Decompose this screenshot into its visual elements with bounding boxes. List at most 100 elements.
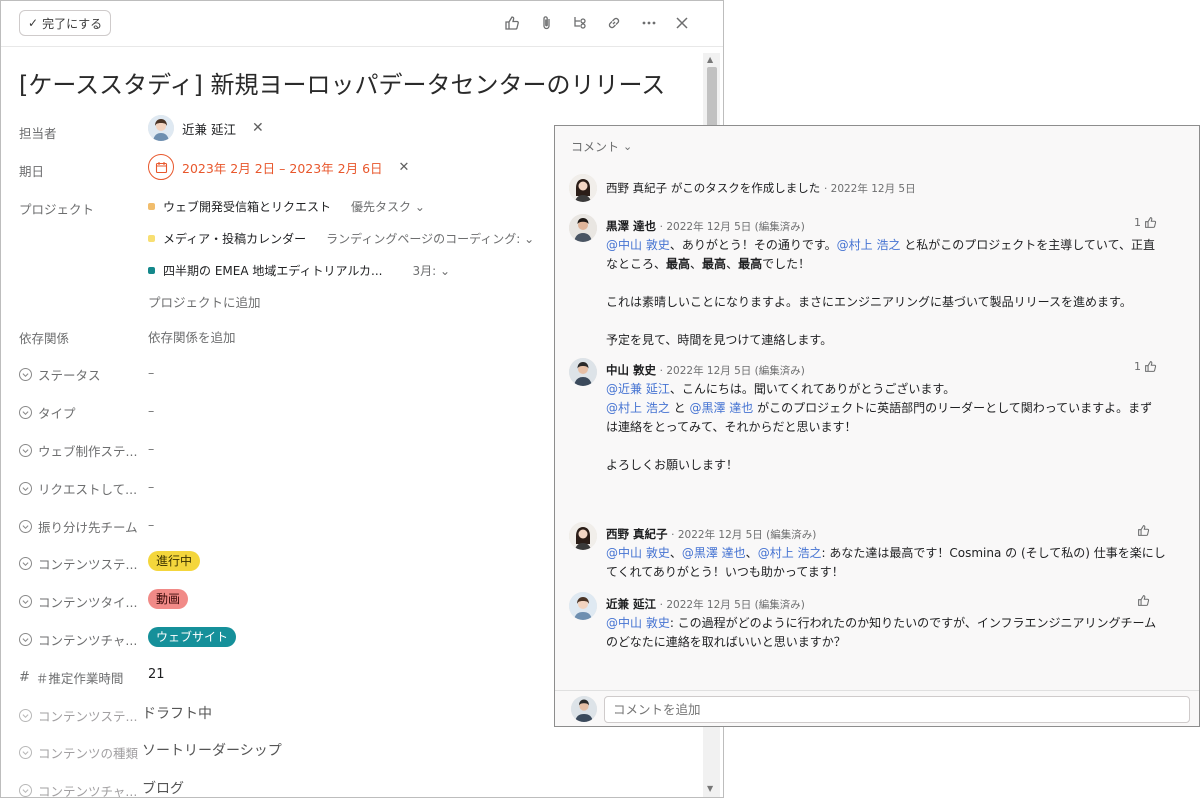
due-date-field[interactable]: 2023年 2月 2日 – 2023年 2月 6日 ✕ — [148, 154, 409, 180]
project-label: プロジェクト — [19, 202, 95, 217]
field-content-stage-value[interactable]: 進行中 — [148, 551, 201, 571]
project-section[interactable]: ランディングページのコーディング: ⌄ — [326, 230, 534, 247]
field-content-stage-muted-value[interactable]: ドラフト中 — [142, 703, 212, 723]
field-requester-value[interactable]: – — [148, 479, 154, 494]
like-button[interactable] — [1134, 524, 1150, 537]
avatar — [569, 174, 597, 202]
mention-link[interactable]: @黒澤 達也 — [682, 546, 746, 560]
chevron-circle-icon — [19, 633, 32, 646]
project-row-2[interactable]: メディア・投稿カレンダー ランディングページのコーディング: ⌄ — [148, 230, 534, 247]
mention-link[interactable]: @中山 敦史 — [606, 616, 670, 630]
author-name[interactable]: 近兼 延江 — [606, 597, 656, 611]
project-name: メディア・投稿カレンダー — [163, 232, 307, 246]
chevron-circle-icon — [19, 444, 32, 457]
field-type-label: タイプ — [19, 403, 76, 422]
comment-meta: · 2022年 12月 5日 (編集済み) — [671, 529, 817, 541]
paperclip-icon[interactable] — [536, 12, 558, 34]
chevron-circle-icon — [19, 482, 32, 495]
field-content-type-value[interactable]: 動画 — [148, 589, 189, 609]
author-name[interactable]: 西野 真紀子 — [606, 527, 668, 541]
due-date-label: 期日 — [19, 164, 45, 179]
comment-line — [606, 437, 1166, 456]
more-icon[interactable] — [638, 12, 660, 34]
comment-line: @中山 敦史: この過程がどのように行われたのか知りたいのですが、インフラエンジ… — [606, 614, 1166, 633]
add-to-project-link[interactable]: プロジェクトに追加 — [148, 292, 261, 311]
close-icon[interactable] — [671, 12, 693, 34]
add-dependency-link[interactable]: 依存関係を追加 — [148, 327, 236, 346]
project-section[interactable]: 3月: ⌄ — [412, 262, 450, 279]
like-button[interactable] — [1134, 594, 1150, 607]
field-content-channel-muted-label: コンテンツチャ... — [19, 781, 137, 797]
bold-text: 最高 — [666, 257, 691, 271]
comment-body: @中山 敦史、@黒澤 達也、@村上 浩之: あなた達は最高です！Cosmina … — [606, 544, 1166, 582]
mention-link[interactable]: @中山 敦史 — [606, 546, 670, 560]
current-user-avatar — [571, 696, 597, 722]
hash-icon: # — [19, 670, 30, 685]
field-requester-label: リクエストして... — [19, 479, 137, 498]
assignee-label: 担当者 — [19, 126, 57, 141]
field-content-kind-value[interactable]: ソートリーダーシップ — [142, 740, 282, 760]
field-type-value[interactable]: – — [148, 403, 154, 418]
comment-text: てくれてありがとう！いつも助かってます！ — [606, 565, 844, 579]
scroll-down-icon[interactable]: ▼ — [707, 784, 713, 793]
comment-input[interactable] — [604, 696, 1190, 723]
remove-assignee-icon[interactable]: ✕ — [252, 120, 264, 136]
like-button[interactable]: 1 — [1134, 360, 1157, 373]
author-name[interactable]: 黒澤 達也 — [606, 219, 656, 233]
field-estimate-value[interactable]: 21 — [148, 667, 165, 682]
clear-due-date-icon[interactable]: ✕ — [399, 160, 410, 175]
field-team-value[interactable]: – — [148, 517, 154, 532]
mention-link[interactable]: @村上 浩之 — [837, 238, 901, 252]
thumbs-up-icon — [1138, 595, 1150, 606]
project-section[interactable]: 優先タスク ⌄ — [351, 198, 425, 215]
assignee-field[interactable]: 近兼 延江 ✕ — [148, 115, 264, 141]
mention-link[interactable]: @村上 浩之 — [758, 546, 822, 560]
comment-text: 、 — [669, 546, 682, 560]
mark-complete-button[interactable]: ✓ 完了にする — [19, 10, 112, 36]
check-icon: ✓ — [28, 16, 39, 30]
field-content-channel-muted-value[interactable]: ブログ — [142, 778, 184, 797]
chevron-circle-icon — [19, 557, 32, 570]
project-row-3[interactable]: 四半期の EMEA 地域エディトリアルカ... 3月: ⌄ — [148, 262, 450, 279]
subtask-icon[interactable] — [569, 12, 591, 34]
field-status-label: ステータス — [19, 365, 101, 384]
comment-body: @中山 敦史: この過程がどのように行われたのか知りたいのですが、インフラエンジ… — [606, 614, 1166, 652]
comment-text: 、こんにちは。聞いてくれてありがとうございます。 — [669, 382, 956, 396]
comment-composer — [555, 690, 1199, 726]
like-button[interactable]: 1 — [1134, 216, 1157, 229]
thumbs-up-icon — [1138, 525, 1150, 536]
author-name[interactable]: 中山 敦史 — [606, 363, 656, 377]
chevron-circle-icon — [19, 746, 32, 759]
field-team-label: 振り分け先チーム — [19, 517, 138, 536]
comment-line: なところ、最高、最高、最高でした！ — [606, 255, 1166, 274]
field-web-stage-value[interactable]: – — [148, 441, 154, 456]
comments-header[interactable]: コメント ⌄ — [571, 138, 632, 155]
mention-link[interactable]: @黒澤 達也 — [689, 401, 753, 415]
chevron-circle-icon — [19, 709, 32, 722]
mention-link[interactable]: @近兼 延江 — [606, 382, 670, 396]
thumbs-up-icon[interactable] — [501, 12, 523, 34]
scroll-up-icon[interactable]: ▲ — [707, 55, 713, 64]
comment: 西野 真紀子 · 2022年 12月 5日 (編集済み) @中山 敦史、@黒澤 … — [569, 522, 1169, 580]
mention-link[interactable]: @中山 敦史 — [606, 238, 670, 252]
type-pill: 動画 — [148, 589, 189, 609]
comment: 中山 敦史 · 2022年 12月 5日 (編集済み) 1 @近兼 延江、こんに… — [569, 358, 1169, 478]
mention-link[interactable]: @村上 浩之 — [606, 401, 670, 415]
bold-text: 最高 — [738, 257, 763, 271]
project-row-1[interactable]: ウェブ開発受信箱とリクエスト 優先タスク ⌄ — [148, 198, 425, 215]
comment-text: 、 — [726, 257, 739, 271]
avatar — [569, 522, 597, 550]
calendar-icon — [148, 154, 174, 180]
field-content-channel-value[interactable]: ウェブサイト — [148, 627, 237, 647]
field-status-value[interactable]: – — [148, 365, 154, 380]
link-icon[interactable] — [603, 12, 625, 34]
comment-line: @近兼 延江、こんにちは。聞いてくれてありがとうございます。 — [606, 380, 1166, 399]
comment: 黒澤 達也 · 2022年 12月 5日 (編集済み) 1 @中山 敦史、ありが… — [569, 214, 1169, 347]
comment-text: 予定を見て、時間を見つけて連絡します。 — [606, 333, 833, 347]
dependency-label: 依存関係 — [19, 331, 70, 346]
comment-text: なところ、 — [606, 257, 667, 271]
task-title[interactable]: [ケーススタディ] 新規ヨーロッパデータセンターのリリース — [19, 65, 699, 100]
field-content-channel-label: コンテンツチャ... — [19, 630, 137, 649]
like-count: 1 — [1134, 216, 1141, 229]
comment-line: は連絡をとってみて、それからだと思います！ — [606, 418, 1166, 437]
